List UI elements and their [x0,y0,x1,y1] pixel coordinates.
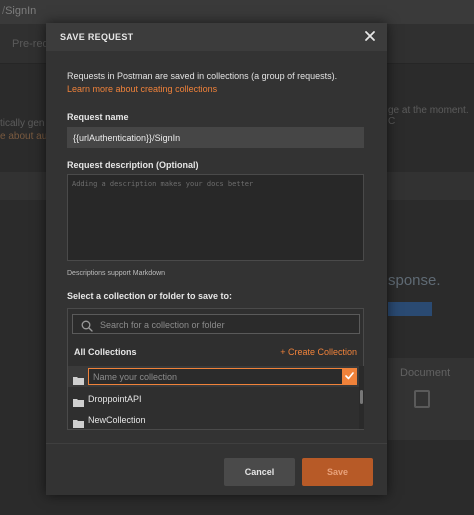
background-send-button [388,302,432,316]
modal-header: SAVE REQUEST [46,23,387,51]
search-placeholder: Search for a collection or folder [100,320,225,330]
request-description-textarea[interactable]: Adding a description makes your docs bet… [67,174,364,261]
background-document-label: Document [400,367,451,379]
confirm-new-collection-button[interactable] [342,368,357,385]
modal-title: SAVE REQUEST [60,32,134,42]
collection-item[interactable]: DroppointAPI [68,388,359,409]
background-text-line: tically gen [0,118,45,129]
background-response-label: sponse. [388,272,441,289]
background-right-text: ge at the moment. C [388,105,469,127]
new-collection-name-input[interactable] [88,368,343,385]
request-description-label: Request description (Optional) [67,160,199,170]
document-icon [414,390,430,408]
collection-item-label: DroppointAPI [88,394,142,404]
new-collection-row [68,366,359,387]
background-link-text: e about aut [0,131,51,142]
cancel-button[interactable]: Cancel [224,458,295,486]
collection-item[interactable]: NewCollection [68,409,359,430]
footer-divider [46,443,387,444]
background-tab-title: /SignIn [2,5,37,17]
folder-icon [73,415,84,433]
request-name-input[interactable] [67,127,364,148]
intro-text: Requests in Postman are saved in collect… [67,71,338,81]
collection-select-label: Select a collection or folder to save to… [67,291,233,301]
collection-item-label: NewCollection [88,415,146,425]
close-icon[interactable] [363,29,377,43]
background-tab-bar: /SignIn [0,0,474,24]
description-placeholder: Adding a description makes your docs bet… [72,180,254,188]
save-request-modal: SAVE REQUEST Requests in Postman are sav… [46,23,387,495]
markdown-hint: Descriptions support Markdown [67,270,166,277]
request-name-label: Request name [67,112,129,122]
create-collection-link[interactable]: + Create Collection [280,347,357,357]
search-icon [81,319,93,337]
learn-more-link[interactable]: Learn more about creating collections [67,84,217,94]
scrollbar-thumb[interactable] [360,390,363,404]
collection-search-input[interactable]: Search for a collection or folder [72,314,360,334]
all-collections-label: All Collections [74,347,137,357]
background-pre-request-tab: Pre-req [12,38,49,50]
save-button[interactable]: Save [302,458,373,486]
collection-list-scrollbar[interactable] [359,366,364,429]
collection-picker: Search for a collection or folder All Co… [67,308,364,430]
